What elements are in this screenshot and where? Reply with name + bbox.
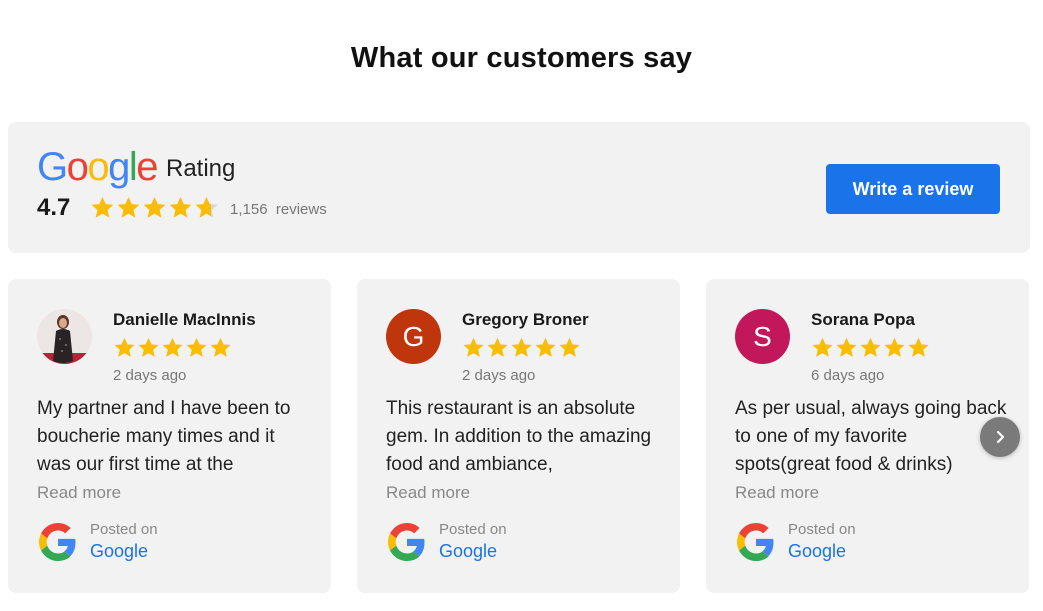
star-icon bbox=[463, 337, 484, 357]
reviewer-photo bbox=[37, 309, 92, 364]
posted-on-label: Posted on bbox=[90, 521, 158, 538]
google-g-icon bbox=[737, 523, 774, 561]
avatar: G bbox=[386, 309, 441, 364]
star-icon bbox=[162, 337, 183, 357]
posted-on-label: Posted on bbox=[439, 521, 507, 538]
review-source-link[interactable]: Google bbox=[90, 541, 148, 562]
review-count-number: 1,156 bbox=[230, 201, 268, 218]
star-icon bbox=[169, 196, 192, 218]
review-source-link[interactable]: Google bbox=[439, 541, 497, 562]
review-date: 6 days ago bbox=[811, 367, 885, 384]
star-icon bbox=[535, 337, 556, 357]
page-title: What our customers say bbox=[350, 42, 693, 74]
avatar-initial: G bbox=[402, 320, 425, 352]
rating-summary: Google Rating 4.7 1,156 reviews Write a … bbox=[8, 122, 1030, 253]
rating-label: Rating bbox=[166, 155, 236, 182]
average-rating: 4.7 bbox=[37, 194, 71, 221]
star-icon bbox=[143, 196, 166, 218]
summary-stars bbox=[90, 195, 219, 220]
review-text: My partner and I have been to boucherie … bbox=[37, 398, 291, 475]
avatar: S bbox=[735, 309, 790, 364]
review-text: As per usual, always going back to one o… bbox=[735, 398, 1007, 475]
star-icon bbox=[487, 337, 508, 357]
wordmark-letter: g bbox=[108, 145, 130, 189]
star-icon bbox=[860, 337, 881, 357]
google-wordmark: Google bbox=[37, 144, 158, 190]
review-stars bbox=[811, 336, 930, 359]
avatar bbox=[37, 309, 92, 364]
star-icon bbox=[559, 337, 580, 357]
review-text: This restaurant is an absolute gem. In a… bbox=[386, 398, 652, 475]
star-icon bbox=[114, 337, 135, 357]
read-more-link[interactable]: Read more bbox=[37, 483, 121, 503]
star-icon bbox=[511, 337, 532, 357]
review-card: G Gregory Broner 2 days ago This restaurant… bbox=[357, 279, 680, 593]
star-icon bbox=[195, 196, 218, 218]
star-icon bbox=[91, 196, 114, 218]
posted-on-label: Posted on bbox=[788, 521, 856, 538]
reviewer-name: Gregory Broner bbox=[462, 310, 589, 329]
star-icon bbox=[908, 337, 929, 357]
review-stars bbox=[462, 336, 581, 359]
star-icon bbox=[138, 337, 159, 357]
google-g-icon bbox=[39, 523, 76, 561]
star-icon bbox=[186, 337, 207, 357]
wordmark-letter: o bbox=[87, 145, 109, 189]
review-date: 2 days ago bbox=[462, 367, 536, 384]
star-icon bbox=[210, 337, 231, 357]
reviewer-name: Danielle MacInnis bbox=[113, 310, 256, 329]
wordmark-letter: G bbox=[37, 145, 68, 189]
wordmark-letter: o bbox=[66, 145, 89, 189]
wordmark-letter: e bbox=[136, 145, 158, 189]
read-more-link[interactable]: Read more bbox=[735, 483, 819, 503]
star-icon bbox=[117, 196, 140, 218]
star-icon bbox=[884, 337, 905, 357]
star-icon bbox=[812, 337, 833, 357]
carousel-next-button[interactable] bbox=[980, 417, 1020, 457]
avatar-initial: S bbox=[753, 320, 772, 352]
star-icon bbox=[836, 337, 857, 357]
review-stars bbox=[113, 336, 232, 359]
review-card: Danielle MacInnis 2 days ago My partner an… bbox=[8, 279, 331, 593]
reviewer-name: Sorana Popa bbox=[811, 310, 915, 329]
wordmark-letter: l bbox=[128, 145, 138, 189]
google-g-icon bbox=[388, 523, 425, 561]
review-count: 1,156 reviews bbox=[230, 201, 327, 218]
chevron-right-icon bbox=[996, 430, 1005, 444]
review-date: 2 days ago bbox=[113, 367, 187, 384]
write-review-button[interactable]: Write a review bbox=[826, 164, 1000, 214]
read-more-link[interactable]: Read more bbox=[386, 483, 470, 503]
review-source-link[interactable]: Google bbox=[788, 541, 846, 562]
review-count-label: reviews bbox=[275, 201, 327, 218]
